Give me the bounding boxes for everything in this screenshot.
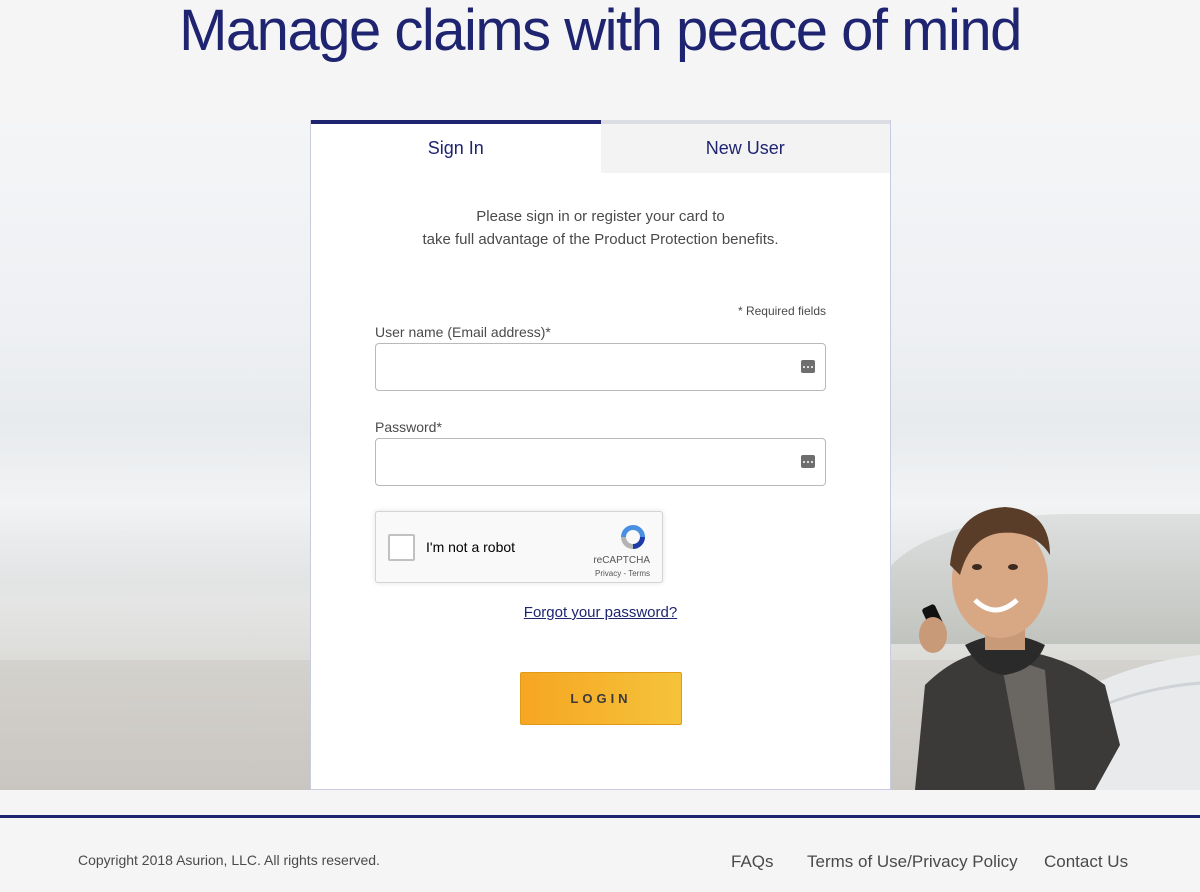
recaptcha-checkbox[interactable] <box>388 534 415 561</box>
password-field <box>375 438 826 486</box>
required-fields-note: * Required fields <box>737 304 826 318</box>
password-manager-icon[interactable] <box>801 360 815 373</box>
recaptcha-terms-link[interactable]: Privacy - Terms <box>595 569 650 578</box>
intro-text: Please sign in or register your card to … <box>311 205 890 251</box>
username-field <box>375 343 826 391</box>
intro-line-1: Please sign in or register your card to <box>476 208 725 225</box>
recaptcha-label: I'm not a robot <box>426 539 516 555</box>
forgot-password-row: Forgot your password? <box>311 604 890 622</box>
man-on-phone-photo <box>915 507 1200 790</box>
site-footer: Copyright 2018 Asurion, LLC. All rights … <box>0 815 1200 892</box>
tab-sign-in[interactable]: Sign In <box>311 120 601 173</box>
username-label: User name (Email address)* <box>375 324 551 340</box>
footer-link-faqs[interactable]: FAQs <box>731 852 774 872</box>
recaptcha-widget: I'm not a robot reCAPTCHA Privacy - Term… <box>375 511 663 583</box>
password-input[interactable] <box>376 439 825 485</box>
forgot-password-link[interactable]: Forgot your password? <box>524 604 677 621</box>
password-manager-icon[interactable] <box>801 455 815 468</box>
tab-new-user[interactable]: New User <box>600 120 890 173</box>
footer-link-terms[interactable]: Terms of Use/Privacy Policy <box>807 852 1018 872</box>
page-title: Manage claims with peace of mind <box>179 0 1022 63</box>
sign-in-card: Sign In New User Please sign in or regis… <box>310 120 891 790</box>
username-input[interactable] <box>376 344 825 390</box>
auth-tabs: Sign In New User <box>311 120 890 173</box>
footer-link-contact[interactable]: Contact Us <box>1044 852 1128 872</box>
recaptcha-logo-icon <box>621 525 645 549</box>
copyright-text: Copyright 2018 Asurion, LLC. All rights … <box>78 852 380 868</box>
login-button[interactable]: LOGIN <box>520 672 682 725</box>
intro-line-2: take full advantage of the Product Prote… <box>422 231 779 248</box>
password-label: Password* <box>375 419 442 435</box>
recaptcha-brand: reCAPTCHA <box>593 555 650 566</box>
